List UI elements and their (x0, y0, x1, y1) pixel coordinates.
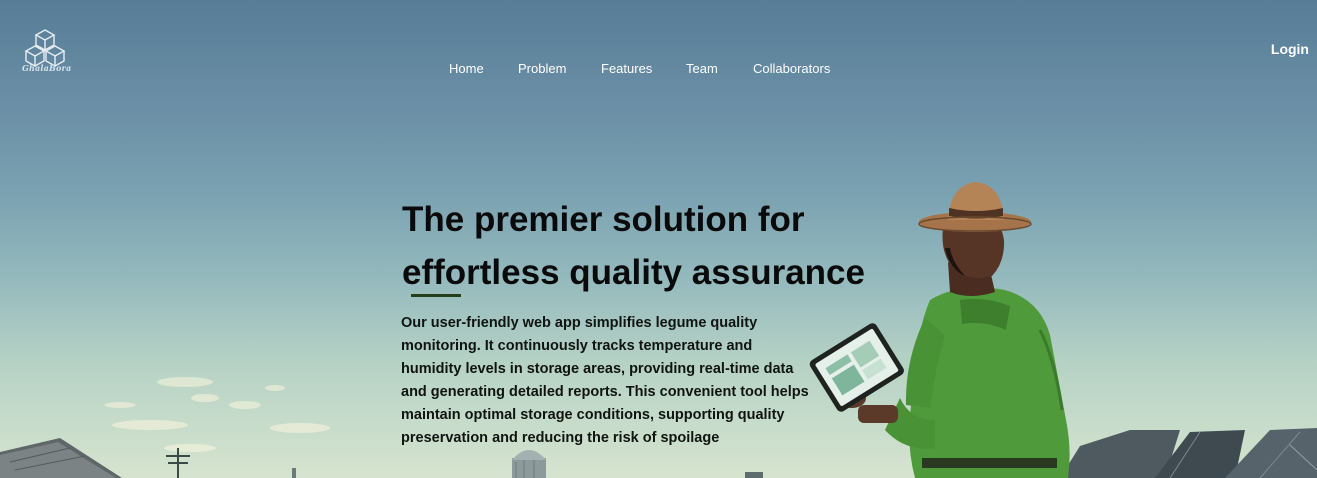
clouds (104, 377, 330, 452)
hero-section: GhalaBora Home Problem Features Team Col… (0, 0, 1317, 478)
headline-line-2: effortless quality assurance (402, 253, 865, 292)
login-button[interactable]: Login (1271, 41, 1309, 57)
nav-item-team[interactable]: Team (686, 61, 718, 76)
silo (512, 450, 546, 478)
roofs-right (1060, 428, 1317, 478)
nav-item-features[interactable]: Features (601, 61, 652, 76)
barn-left (0, 438, 122, 478)
nav-item-home[interactable]: Home (449, 61, 484, 76)
headline-underline (411, 294, 461, 297)
nav-item-problem[interactable]: Problem (518, 61, 566, 76)
power-pole (166, 448, 190, 478)
headline-line-1: The premier solution for (402, 200, 805, 239)
nav-item-collaborators[interactable]: Collaborators (753, 61, 830, 76)
hero-description: Our user-friendly web app simplifies leg… (401, 315, 809, 446)
hero-headline: The premier solution for effortless qual… (402, 193, 922, 299)
main-nav: Home Problem Features Team Collaborators (0, 61, 1317, 77)
